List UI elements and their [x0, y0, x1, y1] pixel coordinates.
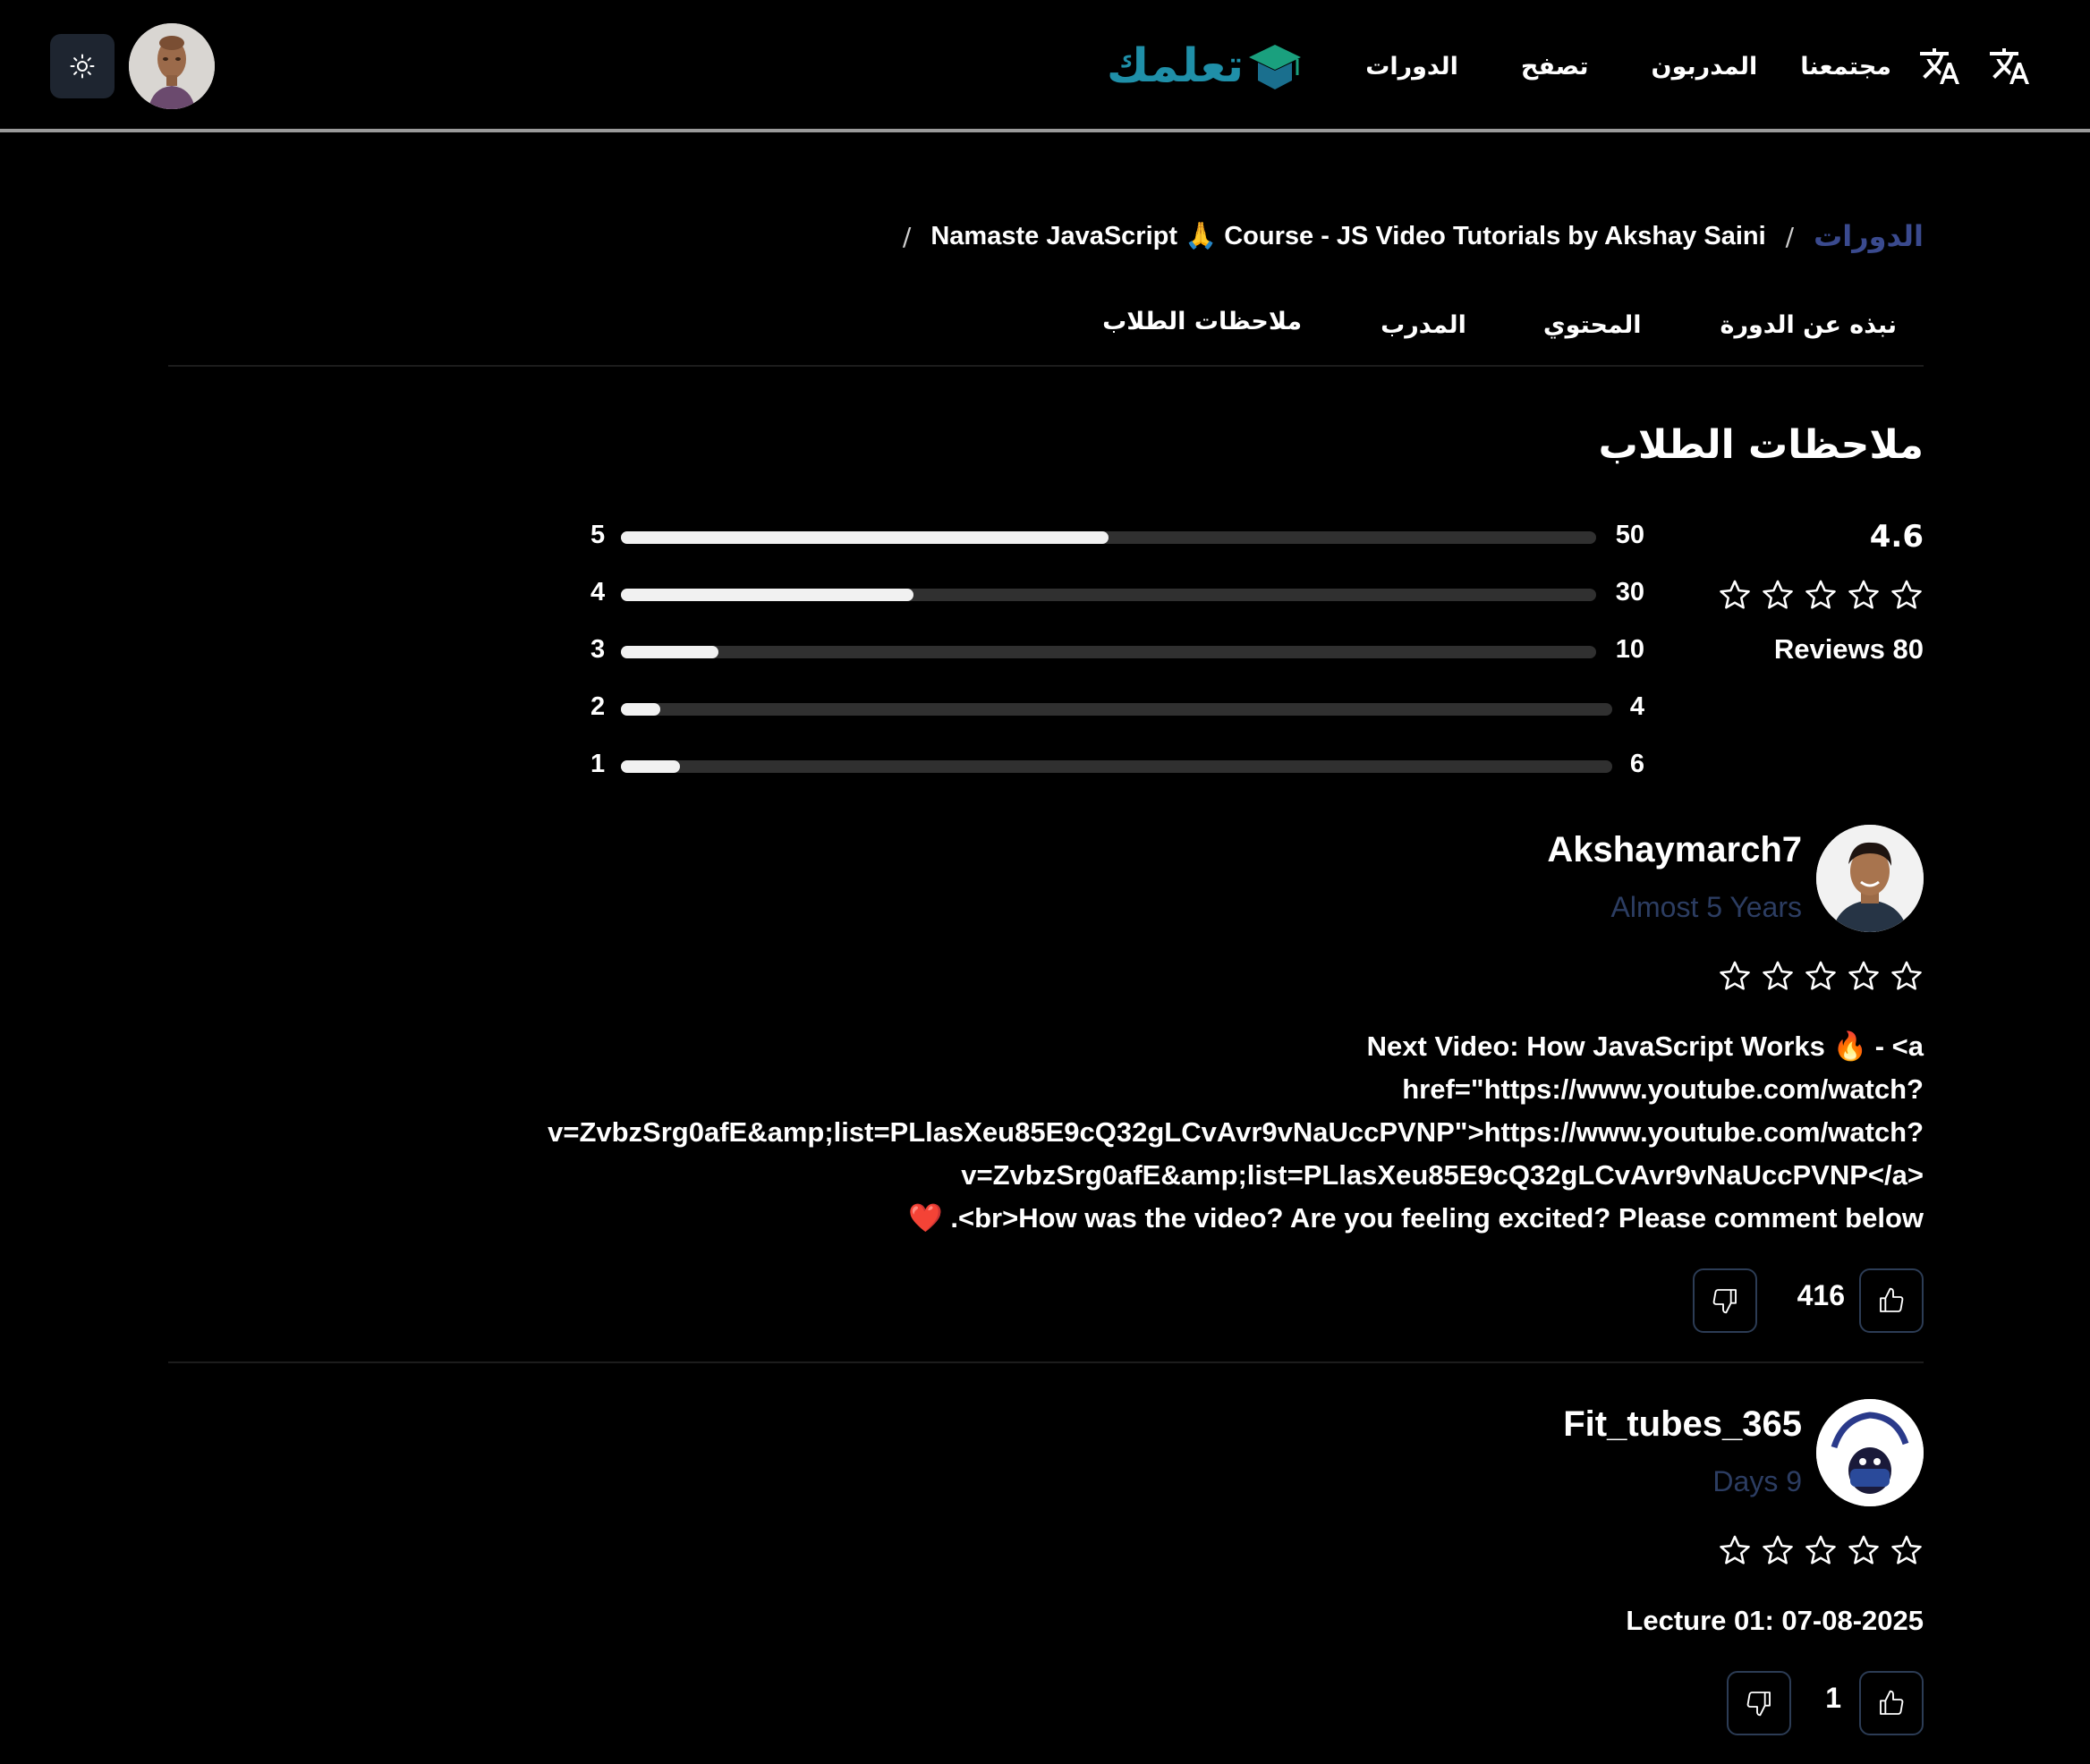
rating-row-bar-fill: [621, 760, 680, 773]
star-outline-icon: [1891, 961, 1922, 990]
user-avatar[interactable]: [129, 23, 215, 109]
tab-instructor[interactable]: المدرب: [1354, 295, 1517, 339]
like-count: 416: [1797, 1279, 1845, 1311]
rating-row-bar: [621, 531, 1596, 544]
reviewer-avatar-image: [1816, 1399, 1924, 1506]
nav-courses[interactable]: الدورات: [1365, 53, 1458, 81]
star-outline-icon: [1720, 1535, 1750, 1565]
course-tabs: نبذه عن الدورة المحتوي المدرب ملاحظات ال…: [168, 295, 1924, 367]
thumbs-down-icon: [1712, 1289, 1737, 1314]
review-text-line: Next Video: How JavaScript Works 🔥 - <a: [1366, 1030, 1924, 1062]
sun-icon: [70, 54, 95, 79]
star-outline-icon: [1805, 961, 1836, 990]
like-count: 1: [1825, 1682, 1841, 1714]
rating-row-count: 6: [1629, 750, 1644, 778]
breadcrumb-courses-link[interactable]: الدورات: [1814, 219, 1924, 253]
rating-row-bar: [621, 760, 1612, 773]
rating-row-stars: 3: [590, 635, 606, 664]
tab-about-course[interactable]: نبذه عن الدورة: [1694, 295, 1924, 339]
reviewer-avatar: [1816, 1399, 1924, 1506]
rating-row-count: 4: [1629, 692, 1644, 721]
review-text-line: Lecture 01: 07-08-2025: [1626, 1605, 1924, 1636]
rating-row-count: 50: [1615, 521, 1644, 549]
section-title: ملاحظات الطلاب: [1598, 422, 1924, 468]
rating-row-stars: 2: [590, 692, 606, 721]
review-text-line: v=ZvbzSrg0afE&amp;list=PLlasXeu85E9cQ32g…: [961, 1159, 1924, 1191]
rating-row-bar-fill: [621, 646, 718, 658]
breadcrumb: الدورات / Namaste JavaScript 🙏 Course - …: [903, 218, 1924, 254]
rating-row-bar: [621, 589, 1596, 601]
breadcrumb-course-title: Namaste JavaScript 🙏 Course - JS Video T…: [930, 222, 1766, 250]
review-text: Lecture 01: 07-08-2025: [403, 1599, 1924, 1642]
reviewer-name: Fit_tubes_365: [1563, 1404, 1802, 1444]
reviewer-avatar: [1816, 825, 1924, 932]
rating-row-count: 30: [1615, 578, 1644, 606]
nav-community[interactable]: مجتمعنا: [1800, 53, 1891, 81]
translate-icon[interactable]: [1988, 45, 2031, 88]
rating-row: 16: [0, 750, 2090, 785]
nav-instructors[interactable]: المدربون: [1652, 53, 1758, 81]
rating-row: 3 10: [0, 635, 2090, 671]
review-time: Days 9: [1712, 1465, 1802, 1497]
review-item: Akshaymarch7 Almost 5 Years Next Video: …: [168, 825, 1924, 1335]
brand-logo[interactable]: تعلمك: [1107, 39, 1303, 93]
star-outline-icon: [1763, 1535, 1793, 1565]
brand-logo-text: تعلمك: [1106, 39, 1245, 93]
review-stars: [1718, 1533, 1924, 1567]
review-item: Fit_tubes_365 Days 9 Lecture 01: 07-08-2…: [168, 1399, 1924, 1739]
star-outline-icon: [1720, 961, 1750, 990]
rating-row: 24: [0, 692, 2090, 728]
rating-row-count: 10: [1615, 635, 1644, 664]
tab-student-reviews[interactable]: ملاحظات الطلاب: [1075, 295, 1354, 335]
rating-row-stars: 5: [590, 521, 606, 549]
reviewer-avatar-image: [1816, 825, 1924, 932]
review-text-line: href="https://www.youtube.com/watch?: [1402, 1073, 1924, 1105]
thumbs-up-icon: [1880, 1287, 1904, 1312]
star-outline-icon: [1763, 961, 1793, 990]
theme-toggle-button[interactable]: [50, 34, 115, 98]
rating-row-stars: 4: [590, 578, 606, 606]
star-outline-icon: [1891, 1535, 1922, 1565]
breadcrumb-separator: /: [1785, 221, 1795, 251]
rating-row-stars: 1: [590, 750, 606, 778]
dislike-button[interactable]: [1693, 1268, 1757, 1333]
rating-row-bar-fill: [621, 531, 1109, 544]
nav-browse[interactable]: تصفح: [1521, 53, 1589, 81]
like-button[interactable]: [1859, 1268, 1924, 1333]
star-outline-icon: [1848, 1535, 1879, 1565]
rating-row-bar-fill: [621, 703, 660, 716]
rating-row-bar-fill: [621, 589, 913, 601]
review-stars: [1718, 959, 1924, 993]
review-time: Almost 5 Years: [1610, 891, 1802, 923]
like-button[interactable]: [1859, 1671, 1924, 1735]
breadcrumb-separator: /: [902, 221, 912, 251]
reviewer-name: Akshaymarch7: [1547, 830, 1802, 869]
thumbs-up-icon: [1880, 1690, 1904, 1715]
review-text-line: ❤️ .<br>How was the video? Are you feeli…: [908, 1202, 1924, 1234]
rating-row: 4 30: [0, 578, 2090, 614]
graduation-cap-icon: [1249, 45, 1302, 89]
top-navbar: تعلمك الدورات تصفح المدربون مجتمعنا: [0, 0, 2090, 132]
thumbs-down-icon: [1746, 1692, 1771, 1717]
star-outline-icon: [1805, 1535, 1836, 1565]
rating-row-bar: [621, 703, 1612, 716]
rating-row-bar: [621, 646, 1596, 658]
user-avatar-image: [129, 23, 215, 109]
rating-row: 5 50: [0, 521, 2090, 556]
review-text-line: v=ZvbzSrg0afE&amp;list=PLlasXeu85E9cQ32g…: [548, 1116, 1924, 1148]
star-outline-icon: [1848, 961, 1879, 990]
translate-icon[interactable]: [1918, 45, 1961, 88]
main-nav: تعلمك الدورات تصفح المدربون مجتمعنا: [1055, 0, 2031, 132]
review-divider: [168, 1361, 1924, 1363]
page: تعلمك الدورات تصفح المدربون مجتمعنا الدو…: [0, 0, 2090, 1764]
dislike-button[interactable]: [1727, 1671, 1791, 1735]
tab-content[interactable]: المحتوي: [1517, 295, 1694, 339]
review-text: Next Video: How JavaScript Works 🔥 - <a …: [403, 1025, 1924, 1240]
